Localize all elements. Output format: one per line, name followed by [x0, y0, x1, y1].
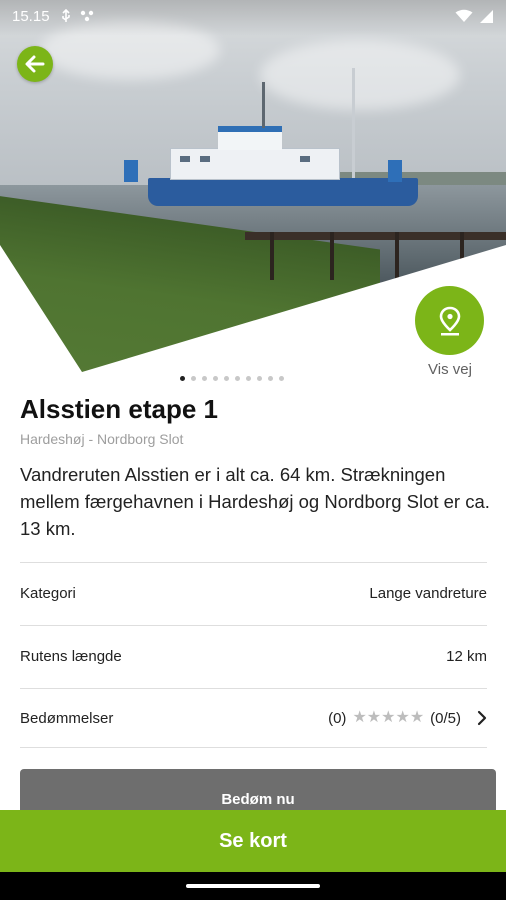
star-empty-icon: ★: [409, 709, 425, 726]
notification-icon: [80, 10, 93, 22]
category-row: Kategori Lange vandreture: [20, 562, 487, 624]
signal-icon: [480, 9, 493, 23]
carousel-dot[interactable]: [279, 376, 284, 381]
length-row: Rutens længde 12 km: [20, 625, 487, 687]
carousel-dot[interactable]: [268, 376, 273, 381]
directions-button[interactable]: [415, 286, 484, 355]
status-bar: 15.15: [0, 0, 506, 32]
system-navigation-bar: [0, 872, 506, 900]
rating-stars: ★ ★ ★ ★ ★: [352, 710, 424, 726]
length-label: Rutens længde: [20, 648, 122, 665]
see-map-label: Se kort: [219, 829, 287, 852]
category-value: Lange vandreture: [369, 585, 487, 602]
star-empty-icon: ★: [352, 709, 367, 726]
route-title: Alsstien etape 1: [20, 394, 218, 424]
category-label: Kategori: [20, 585, 76, 602]
length-value: 12 km: [446, 648, 487, 665]
carousel-dot[interactable]: [257, 376, 262, 381]
see-map-button[interactable]: Se kort: [0, 810, 506, 872]
star-empty-icon: ★: [366, 709, 382, 726]
status-time: 15.15: [12, 7, 50, 25]
usb-icon: [61, 9, 70, 22]
carousel-dot-active[interactable]: [180, 376, 185, 381]
route-subtitle: Hardeshøj - Nordborg Slot: [20, 431, 184, 447]
directions-label[interactable]: Vis vej: [400, 361, 500, 378]
ratings-count: (0): [328, 709, 347, 727]
ratings-score: (0/5): [430, 709, 461, 727]
carousel-dot[interactable]: [235, 376, 240, 381]
arrow-left-icon: [25, 55, 45, 73]
chevron-right-icon: [477, 710, 487, 726]
route-description: Vandreruten Alsstien er i alt ca. 64 km.…: [20, 464, 490, 539]
ratings-row[interactable]: Bedømmelser (0) ★ ★ ★ ★ ★ (0/5): [20, 688, 487, 748]
wifi-icon: [455, 9, 473, 22]
home-gesture-handle[interactable]: [186, 884, 320, 888]
back-button[interactable]: [17, 46, 53, 82]
carousel-dot[interactable]: [213, 376, 218, 381]
ratings-summary: (0) ★ ★ ★ ★ ★ (0/5): [328, 710, 487, 727]
ratings-label: Bedømmelser: [20, 709, 114, 727]
star-empty-icon: ★: [381, 709, 396, 726]
carousel-indicator: [180, 376, 284, 381]
carousel-dot[interactable]: [191, 376, 196, 381]
carousel-dot[interactable]: [246, 376, 251, 381]
carousel-dot[interactable]: [224, 376, 229, 381]
star-empty-icon: ★: [395, 709, 410, 726]
location-pin-icon: [439, 306, 460, 335]
carousel-dot[interactable]: [202, 376, 207, 381]
